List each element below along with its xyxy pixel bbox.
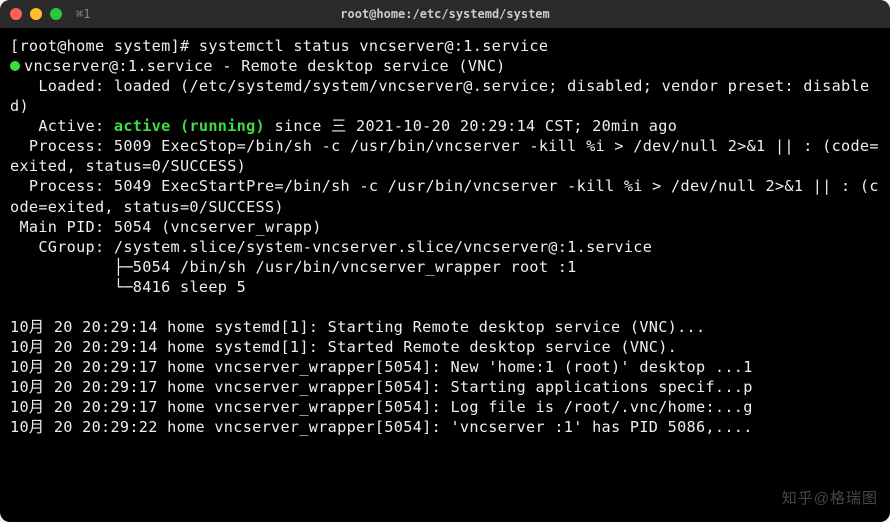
log-line: 10月 20 20:29:22 home vncserver_wrapper[5… — [10, 418, 753, 436]
active-state: active (running) — [114, 117, 265, 135]
command-text: systemctl status vncserver@:1.service — [199, 37, 548, 55]
window-title: root@home:/etc/systemd/system — [340, 7, 550, 21]
log-line: 10月 20 20:29:17 home vncserver_wrapper[5… — [10, 398, 753, 416]
log-line: 10月 20 20:29:14 home systemd[1]: Startin… — [10, 318, 705, 336]
active-since: since 三 2021-10-20 20:29:14 CST; 20min a… — [265, 117, 677, 135]
minimize-icon[interactable] — [30, 8, 42, 20]
process-line-1: Process: 5009 ExecStop=/bin/sh -c /usr/b… — [10, 137, 879, 175]
loaded-line: Loaded: loaded (/etc/systemd/system/vncs… — [10, 77, 869, 115]
main-pid-line: Main PID: 5054 (vncserver_wrapp) — [10, 218, 322, 236]
watermark: 知乎@格瑞图 — [782, 487, 878, 508]
status-dot-icon — [10, 61, 20, 71]
tab-label: ⌘1 — [76, 7, 90, 21]
titlebar: ⌘1 root@home:/etc/systemd/system — [0, 0, 890, 28]
unit-line: vncserver@:1.service - Remote desktop se… — [24, 57, 506, 75]
log-line: 10月 20 20:29:17 home vncserver_wrapper[5… — [10, 358, 753, 376]
cgroup-tree-1: ├─5054 /bin/sh /usr/bin/vncserver_wrappe… — [10, 258, 577, 276]
terminal-window: ⌘1 root@home:/etc/systemd/system [root@h… — [0, 0, 890, 522]
log-line: 10月 20 20:29:14 home systemd[1]: Started… — [10, 338, 677, 356]
cgroup-tree-2: └─8416 sleep 5 — [10, 278, 246, 296]
log-line: 10月 20 20:29:17 home vncserver_wrapper[5… — [10, 378, 753, 396]
traffic-lights — [10, 8, 62, 20]
terminal-output[interactable]: [root@home system]# systemctl status vnc… — [0, 28, 890, 445]
prompt: [root@home system]# — [10, 37, 189, 55]
active-label: Active: — [10, 117, 114, 135]
cgroup-line: CGroup: /system.slice/system-vncserver.s… — [10, 238, 652, 256]
process-line-2: Process: 5049 ExecStartPre=/bin/sh -c /u… — [10, 177, 879, 215]
maximize-icon[interactable] — [50, 8, 62, 20]
close-icon[interactable] — [10, 8, 22, 20]
